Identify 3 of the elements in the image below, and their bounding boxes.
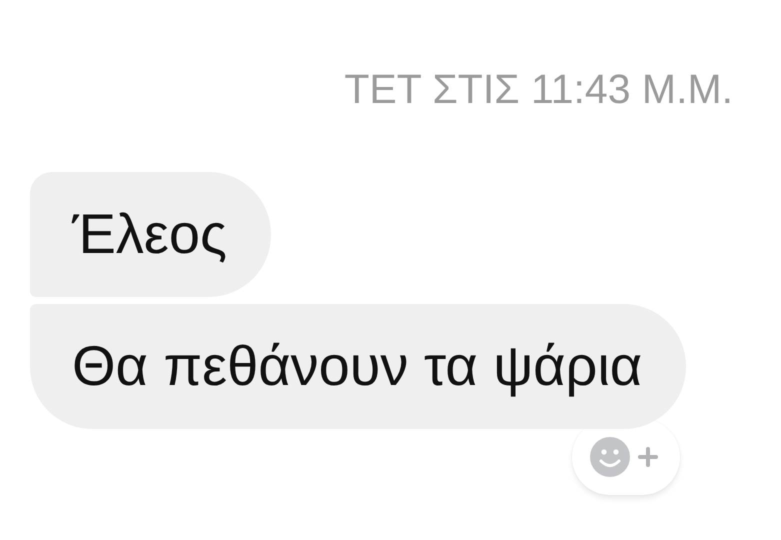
message-bubble: Θα πεθάνουν τα ψάρια	[30, 304, 686, 429]
timestamp: ΤΕΤ ΣΤΙΣ 11:43 Μ.Μ.	[343, 66, 733, 112]
message-bubble: Έλεος	[30, 172, 272, 297]
